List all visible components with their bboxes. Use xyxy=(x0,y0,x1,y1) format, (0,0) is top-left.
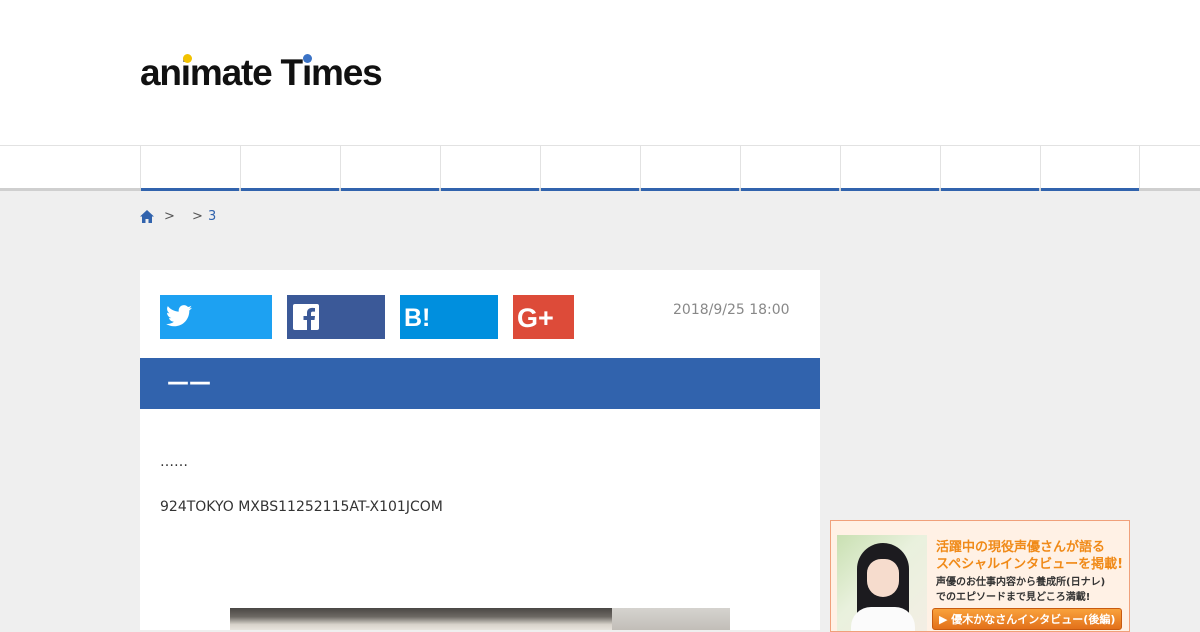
logo-i-dot xyxy=(182,54,192,63)
sidebar-interview-banner[interactable]: 活躍中の現役声優さんが語る スペシャルインタビューを掲載! 声優のお仕事内容から… xyxy=(830,520,1130,632)
nav-item-1[interactable] xyxy=(140,146,239,191)
site-header: ani mate Times xyxy=(0,0,1200,145)
twitter-share-button[interactable] xyxy=(160,295,272,339)
nav-item-7[interactable] xyxy=(740,146,839,191)
google-plus-icon: G+ xyxy=(517,303,554,331)
facebook-share-button[interactable] xyxy=(287,295,385,339)
logo-text-an: an xyxy=(140,52,182,93)
logo-text-mate: mate xyxy=(189,52,281,93)
article-photo xyxy=(230,608,730,630)
publish-date: 2018/9/25 18:00 xyxy=(673,302,790,318)
banner-headline: スペシャルインタビューを掲載! xyxy=(936,557,1124,572)
logo-letter-i: i xyxy=(180,52,192,93)
facebook-icon xyxy=(293,304,319,330)
article-paragraph: …… xyxy=(160,454,188,470)
nav-divider xyxy=(1139,146,1140,188)
hatena-share-button[interactable]: B! xyxy=(400,295,498,339)
nav-item-5[interactable] xyxy=(540,146,639,191)
article-card: B! G+ 2018/9/25 18:00 —— …… 924TOKYO MXB… xyxy=(140,270,820,630)
banner-description: でのエピソードまで見どころ満載! xyxy=(936,592,1091,603)
banner-interview-button[interactable]: ▶ 優木かなさんインタビュー(後編) xyxy=(932,608,1122,630)
breadcrumb-separator: > xyxy=(164,209,175,224)
hatena-bookmark-icon: B! xyxy=(404,304,430,331)
nav-item-4[interactable] xyxy=(440,146,539,191)
nav-item-9[interactable] xyxy=(940,146,1039,191)
article-photo-detail xyxy=(612,608,730,630)
global-nav xyxy=(0,145,1200,191)
svg-text:G+: G+ xyxy=(517,303,554,331)
breadcrumb-current[interactable]: 3 xyxy=(208,209,216,224)
nav-item-2[interactable] xyxy=(240,146,339,191)
nav-item-10[interactable] xyxy=(1040,146,1139,191)
nav-item-3[interactable] xyxy=(340,146,439,191)
logo-t-dot xyxy=(302,54,312,63)
breadcrumb-separator: > xyxy=(192,209,203,224)
article-title: —— xyxy=(167,370,211,395)
voice-actor-photo xyxy=(837,535,927,631)
article-title-bar: —— xyxy=(140,358,820,409)
twitter-icon xyxy=(166,305,192,327)
article-paragraph: 924TOKYO MXBS11252115AT-X101JCOM xyxy=(160,499,443,515)
nav-item-8[interactable] xyxy=(840,146,939,191)
googleplus-share-button[interactable]: G+ xyxy=(513,295,574,339)
logo-letter-t: T xyxy=(280,52,304,93)
site-logo[interactable]: ani mate Times xyxy=(140,52,383,94)
banner-description: 声優のお仕事内容から養成所(日ナレ) xyxy=(936,577,1106,588)
nav-item-6[interactable] xyxy=(640,146,739,191)
home-icon[interactable] xyxy=(140,210,154,223)
logo-letter-i2: imes xyxy=(301,52,383,93)
svg-text:B!: B! xyxy=(404,304,430,331)
